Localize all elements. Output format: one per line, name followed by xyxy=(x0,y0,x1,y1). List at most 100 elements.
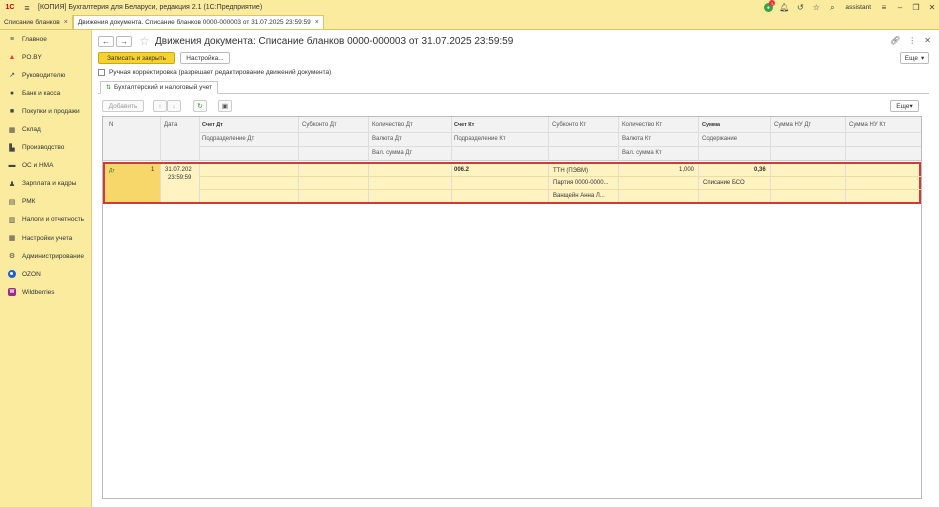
sidebar-item-label: Банк и касса xyxy=(22,89,61,97)
wildberries-icon: W xyxy=(8,288,16,297)
cell-sum: 0,36 xyxy=(754,167,766,173)
sidebar-item-taxes[interactable]: ▥ Налоги и отчетность xyxy=(0,211,91,229)
sidebar-item-production[interactable]: ▙ Производство xyxy=(0,139,91,157)
taxes-icon: ▥ xyxy=(8,216,16,224)
sidebar-item-label: РМК xyxy=(22,198,36,206)
history-icon[interactable]: ↺ xyxy=(793,0,807,15)
person-icon: ♟ xyxy=(8,180,16,188)
sidebar-item-administration[interactable]: ⚙ Администрирование xyxy=(0,247,91,265)
sidebar-item-rmk[interactable]: ▤ РМК xyxy=(0,193,91,211)
cell-quantity-kt: 1,000 xyxy=(679,167,695,173)
sidebar-item-label: PO.BY xyxy=(22,53,42,61)
arrow-right-icon: → xyxy=(120,37,128,46)
cell-date: 31.07.202 xyxy=(165,167,192,173)
add-button[interactable]: Добавить xyxy=(102,100,144,112)
settings-menu-icon[interactable]: ≡ xyxy=(877,0,891,15)
header-division-kt[interactable]: Подразделение Кт xyxy=(454,136,506,142)
truck-icon: ▬ xyxy=(8,162,16,170)
sidebar-item-assets[interactable]: ▬ ОС и НМА xyxy=(0,157,91,175)
header-sum[interactable]: Сумма xyxy=(702,122,720,128)
header-subconto-dt[interactable]: Субконто Дт xyxy=(302,122,337,128)
sidebar-item-label: OZON xyxy=(22,270,41,278)
close-icon[interactable]: ✕ xyxy=(925,0,939,15)
cell-time: 23:59:59 xyxy=(168,175,192,181)
header-account-kt[interactable]: Счет Кт xyxy=(454,122,474,128)
columns-icon: ▣ xyxy=(221,103,229,110)
cell-n: 1 xyxy=(151,167,155,173)
more-vertical-icon[interactable]: ⋮ xyxy=(908,36,916,45)
poby-icon: ▲ xyxy=(8,53,16,61)
header-division-dt[interactable]: Подразделение Дт xyxy=(202,136,254,142)
sidebar-item-label: Налоги и отчетность xyxy=(22,216,85,224)
close-form-icon[interactable]: ✕ xyxy=(924,36,931,45)
move-down-button[interactable]: ↓ xyxy=(167,100,181,112)
more-label: Еще xyxy=(904,54,918,62)
tab-writeoff[interactable]: Списание бланков × xyxy=(0,15,73,29)
header-subconto-kt[interactable]: Субконто Кт xyxy=(552,122,586,128)
header-currency-kt[interactable]: Валюта Кт xyxy=(622,136,651,142)
sidebar-item-label: Покупки и продажи xyxy=(22,107,80,115)
maximize-icon[interactable]: ❐ xyxy=(909,0,923,15)
save-and-close-button[interactable]: Записать и закрыть xyxy=(98,52,175,64)
header-currency-sum-kt[interactable]: Вал. сумма Кт xyxy=(622,150,662,156)
tab-label: Движения документа. Списание бланков 000… xyxy=(77,19,311,26)
sidebar-item-main[interactable]: ≡ Главное xyxy=(0,30,91,48)
search-icon[interactable]: ⌕ xyxy=(825,0,839,15)
header-content[interactable]: Содержание xyxy=(702,136,737,142)
back-button[interactable]: ← xyxy=(98,36,114,47)
header-quantity-kt[interactable]: Количество Кт xyxy=(622,122,662,128)
header-sum-nu-kt[interactable]: Сумма НУ Кт xyxy=(849,122,886,128)
sidebar-item-warehouse[interactable]: ▦ Склад xyxy=(0,120,91,138)
header-sum-nu-dt[interactable]: Сумма НУ Дт xyxy=(774,122,811,128)
open-windows-tabs: Списание бланков × Движения документа. С… xyxy=(0,15,939,30)
sidebar-item-wildberries[interactable]: W Wildberries xyxy=(0,283,91,301)
user-name[interactable]: assistant xyxy=(845,4,871,11)
cell-subconto-kt-1: ТТН (ПЭВМ) xyxy=(553,168,588,174)
close-tab-icon[interactable]: × xyxy=(315,19,319,26)
forward-button[interactable]: → xyxy=(116,36,132,47)
select-columns-button[interactable]: ▣ xyxy=(218,100,232,112)
tab-accounting-register[interactable]: ⇅ Бухгалтерский и налоговый учет xyxy=(100,81,219,94)
arrow-up-icon: ↑ xyxy=(158,102,162,110)
link-icon[interactable]: 🔗︎ xyxy=(890,36,900,45)
bell-icon[interactable]: 🔔︎ xyxy=(777,0,791,15)
sidebar-item-accounting-settings[interactable]: ▦ Настройки учета xyxy=(0,229,91,247)
header-quantity-dt[interactable]: Количество Дт xyxy=(372,122,413,128)
header-n[interactable]: N xyxy=(109,122,113,128)
notifications-icon[interactable]: ● 1 xyxy=(761,0,776,15)
header-date[interactable]: Дата xyxy=(164,122,177,128)
close-tab-icon[interactable]: × xyxy=(64,19,68,26)
table-row[interactable]: Дт 1 31.07.202 23:59:59 006.2 ТТН (ПЭВМ)… xyxy=(103,162,921,204)
sidebar-item-bank[interactable]: ● Банк и касса xyxy=(0,84,91,102)
settings-grid-icon: ▦ xyxy=(8,235,16,243)
table-more-button[interactable]: Еще ▾ xyxy=(890,100,919,112)
main-menu-icon[interactable]: ≡ xyxy=(20,3,34,13)
refresh-button[interactable]: ↻ xyxy=(193,100,207,112)
star-icon[interactable]: ☆ xyxy=(809,0,823,15)
chevron-down-icon: ▾ xyxy=(920,55,925,62)
sidebar-item-label: Производство xyxy=(22,144,65,152)
sidebar-item-poby[interactable]: ▲ PO.BY xyxy=(0,48,91,66)
sidebar-item-purchases[interactable]: ■ Покупки и продажи xyxy=(0,102,91,120)
sidebar-item-ozon[interactable]: OZON xyxy=(0,265,91,283)
sidebar-item-manager[interactable]: ↗ Руководителю xyxy=(0,66,91,84)
tab-document-movements[interactable]: Движения документа. Списание бланков 000… xyxy=(72,15,324,29)
header-account-dt[interactable]: Счет Дт xyxy=(202,122,223,128)
sidebar-item-label: Склад xyxy=(22,126,41,134)
move-up-button[interactable]: ↑ xyxy=(153,100,167,112)
minimize-icon[interactable]: – xyxy=(893,0,907,15)
more-button[interactable]: Еще ▾ xyxy=(900,52,929,64)
manual-correction-checkbox[interactable] xyxy=(98,69,105,76)
sidebar-item-salary[interactable]: ♟ Зарплата и кадры xyxy=(0,175,91,193)
sidebar-item-label: Настройки учета xyxy=(22,234,73,242)
settings-button[interactable]: Настройка... xyxy=(180,52,230,64)
postings-table[interactable]: N Дата Счет Дт Подразделение Дт Субконто… xyxy=(102,116,922,499)
header-currency-sum-dt[interactable]: Вал. сумма Дт xyxy=(372,150,412,156)
posting-icon: Дт xyxy=(109,168,115,174)
cell-subconto-kt-3: Ванщейн Анна Л... xyxy=(553,193,605,199)
header-currency-dt[interactable]: Валюта Дт xyxy=(372,136,402,142)
sidebar-item-label: Руководителю xyxy=(22,71,66,79)
tab-label: Бухгалтерский и налоговый учет xyxy=(114,84,213,91)
cart-icon: ■ xyxy=(9,107,15,115)
favorite-star-icon[interactable]: ☆ xyxy=(139,34,150,48)
